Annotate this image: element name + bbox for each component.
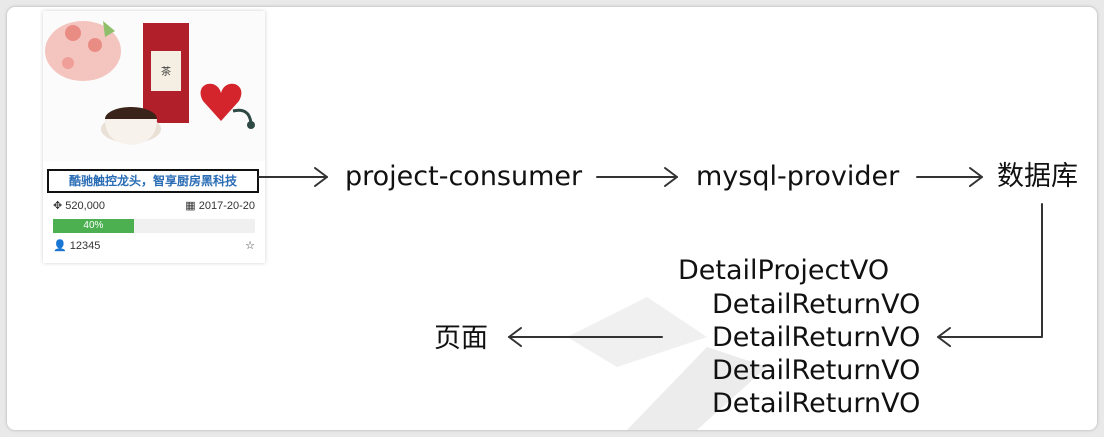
vo-item: DetailProjectVO bbox=[678, 255, 890, 286]
mysql-provider-label: mysql-provider bbox=[696, 161, 900, 192]
arrow-database-to-vo bbox=[937, 203, 1043, 347]
arrow-card-to-consumer bbox=[258, 167, 328, 187]
vo-item: DetailReturnVO bbox=[712, 388, 921, 419]
arrow-provider-to-database bbox=[916, 167, 983, 187]
vo-item: DetailReturnVO bbox=[712, 355, 921, 386]
page-label: 页面 bbox=[434, 323, 488, 354]
database-label: 数据库 bbox=[997, 161, 1078, 192]
arrow-consumer-to-provider bbox=[596, 167, 678, 187]
project-consumer-label: project-consumer bbox=[345, 161, 583, 192]
arrow-vo-to-page bbox=[508, 327, 663, 347]
vo-item: DetailReturnVO bbox=[712, 289, 921, 320]
flow-arrows bbox=[258, 167, 1043, 347]
diagram-frame: 茶 酷驰触控龙头，智享厨房黑科技 ✥ 520,000 ▦ 2017-20-20 … bbox=[7, 7, 1097, 430]
vo-item: DetailReturnVO bbox=[712, 322, 921, 353]
